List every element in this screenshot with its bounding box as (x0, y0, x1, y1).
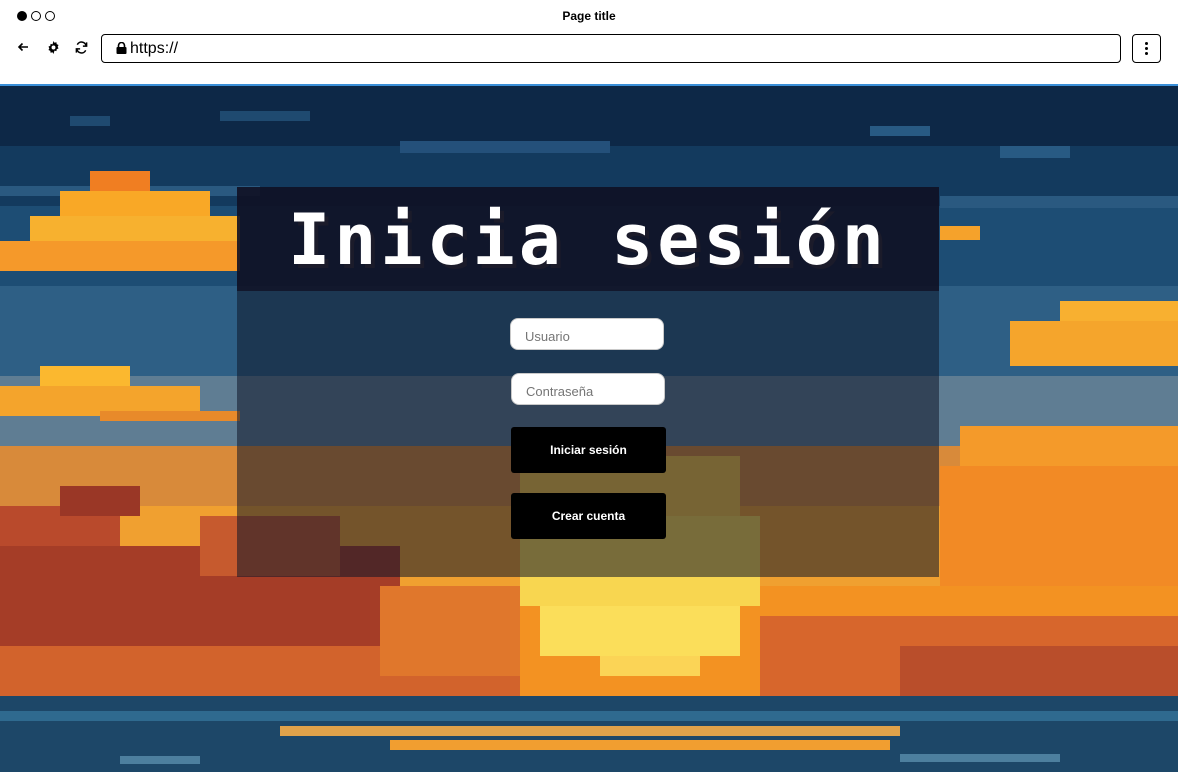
gear-icon[interactable] (44, 38, 62, 56)
page-viewport: Inicia sesión Iniciar sesión Crear cuent… (0, 86, 1178, 772)
login-heading: Inicia sesión (288, 199, 888, 281)
lock-icon (116, 41, 127, 54)
password-input[interactable] (511, 373, 665, 405)
username-input[interactable] (510, 318, 664, 350)
url-text: https:// (130, 39, 179, 57)
create-account-button[interactable]: Crear cuenta (511, 493, 666, 539)
login-title-bar: Inicia sesión (237, 187, 939, 291)
login-button[interactable]: Iniciar sesión (511, 427, 666, 473)
page-title: Page title (562, 9, 616, 23)
kebab-menu-icon[interactable] (1132, 34, 1161, 63)
reload-icon[interactable] (72, 38, 90, 56)
back-arrow-icon[interactable] (14, 38, 32, 56)
address-bar[interactable]: https:// (101, 34, 1121, 63)
browser-chrome: Page title https:// (0, 0, 1178, 84)
